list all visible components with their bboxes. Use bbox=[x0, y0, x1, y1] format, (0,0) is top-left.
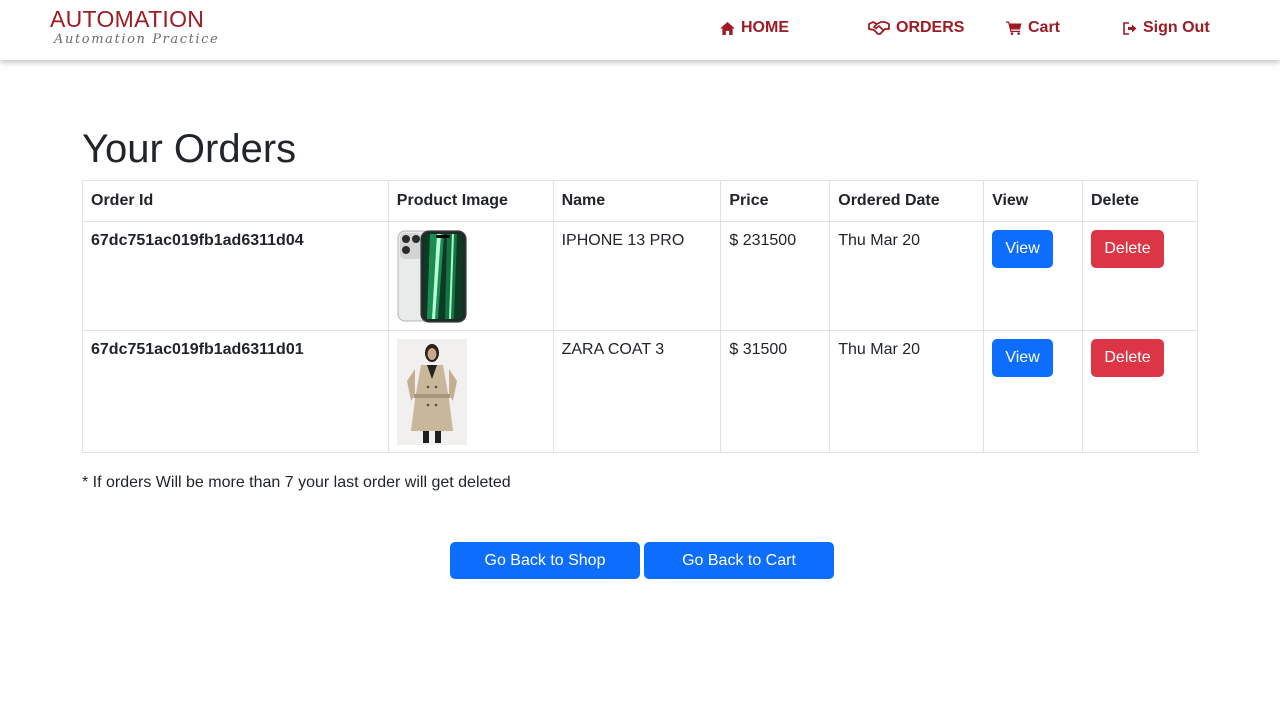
product-image-cell bbox=[387, 221, 554, 331]
view-order-button[interactable]: View bbox=[992, 339, 1054, 377]
ordered-date-cell: Thu Mar 20 bbox=[829, 221, 985, 331]
nav-home-button[interactable]: HOME bbox=[720, 17, 789, 39]
nav-cart-label: Cart bbox=[1028, 19, 1061, 36]
go-back-to-cart-button[interactable]: Go Back to Cart bbox=[644, 542, 834, 579]
delete-cell: Delete bbox=[1082, 221, 1198, 331]
delete-order-button[interactable]: Delete bbox=[1091, 230, 1164, 268]
table-header-row: Order Id Product Image Name Price Ordere… bbox=[82, 180, 1198, 222]
header-view: View bbox=[983, 180, 1083, 222]
delete-cell: Delete bbox=[1082, 330, 1198, 453]
delete-order-button[interactable]: Delete bbox=[1091, 339, 1164, 377]
view-cell: View bbox=[983, 221, 1083, 331]
orders-table: Order Id Product Image Name Price Ordere… bbox=[82, 180, 1198, 453]
product-name-cell: IPHONE 13 PRO bbox=[552, 221, 722, 331]
view-cell: View bbox=[983, 330, 1083, 453]
header-order-id: Order Id bbox=[82, 180, 389, 222]
price-cell: $ 31500 bbox=[720, 330, 831, 453]
iphone-product-image bbox=[396, 230, 467, 324]
brand-subtitle: Automation Practice bbox=[54, 32, 220, 47]
top-navbar: AUTOMATION Automation Practice HOME ORDE… bbox=[0, 0, 1280, 60]
header-price: Price bbox=[720, 180, 831, 222]
handshake-icon bbox=[868, 21, 890, 35]
header-name: Name bbox=[552, 180, 722, 222]
price-cell: $ 231500 bbox=[720, 221, 831, 331]
table-row: 67dc751ac019fb1ad6311d01 ZARA COAT 3 $ 3… bbox=[82, 330, 1198, 453]
coat-product-image bbox=[396, 339, 467, 445]
nav-orders-button[interactable]: ORDERS bbox=[868, 17, 964, 39]
orders-limit-note: * If orders Will be more than 7 your las… bbox=[82, 474, 511, 491]
brand-title: AUTOMATION bbox=[50, 6, 205, 32]
header-delete: Delete bbox=[1082, 180, 1198, 222]
view-order-button[interactable]: View bbox=[992, 230, 1054, 268]
nav-orders-label: ORDERS bbox=[896, 19, 965, 36]
table-row: 67dc751ac019fb1ad6311d04 IPHONE 13 PRO $… bbox=[82, 221, 1198, 331]
nav-home-label: HOME bbox=[741, 19, 789, 36]
home-icon bbox=[720, 21, 735, 35]
shopping-cart-icon bbox=[1006, 21, 1022, 35]
nav-signout-button[interactable]: Sign Out bbox=[1123, 17, 1210, 39]
order-id-cell: 67dc751ac019fb1ad6311d01 bbox=[82, 330, 389, 453]
nav-signout-label: Sign Out bbox=[1143, 19, 1210, 36]
nav-cart-button[interactable]: Cart bbox=[1006, 17, 1060, 39]
ordered-date-cell: Thu Mar 20 bbox=[829, 330, 985, 453]
order-id-cell: 67dc751ac019fb1ad6311d04 bbox=[82, 221, 389, 331]
header-product-image: Product Image bbox=[387, 180, 554, 222]
go-back-to-shop-button[interactable]: Go Back to Shop bbox=[450, 542, 640, 579]
brand-logo[interactable]: AUTOMATION Automation Practice bbox=[50, 6, 219, 48]
header-ordered-date: Ordered Date bbox=[829, 180, 985, 222]
product-name-cell: ZARA COAT 3 bbox=[552, 330, 722, 453]
product-image-cell bbox=[387, 330, 554, 453]
page-title: Your Orders bbox=[82, 127, 297, 171]
sign-out-icon bbox=[1123, 21, 1137, 35]
